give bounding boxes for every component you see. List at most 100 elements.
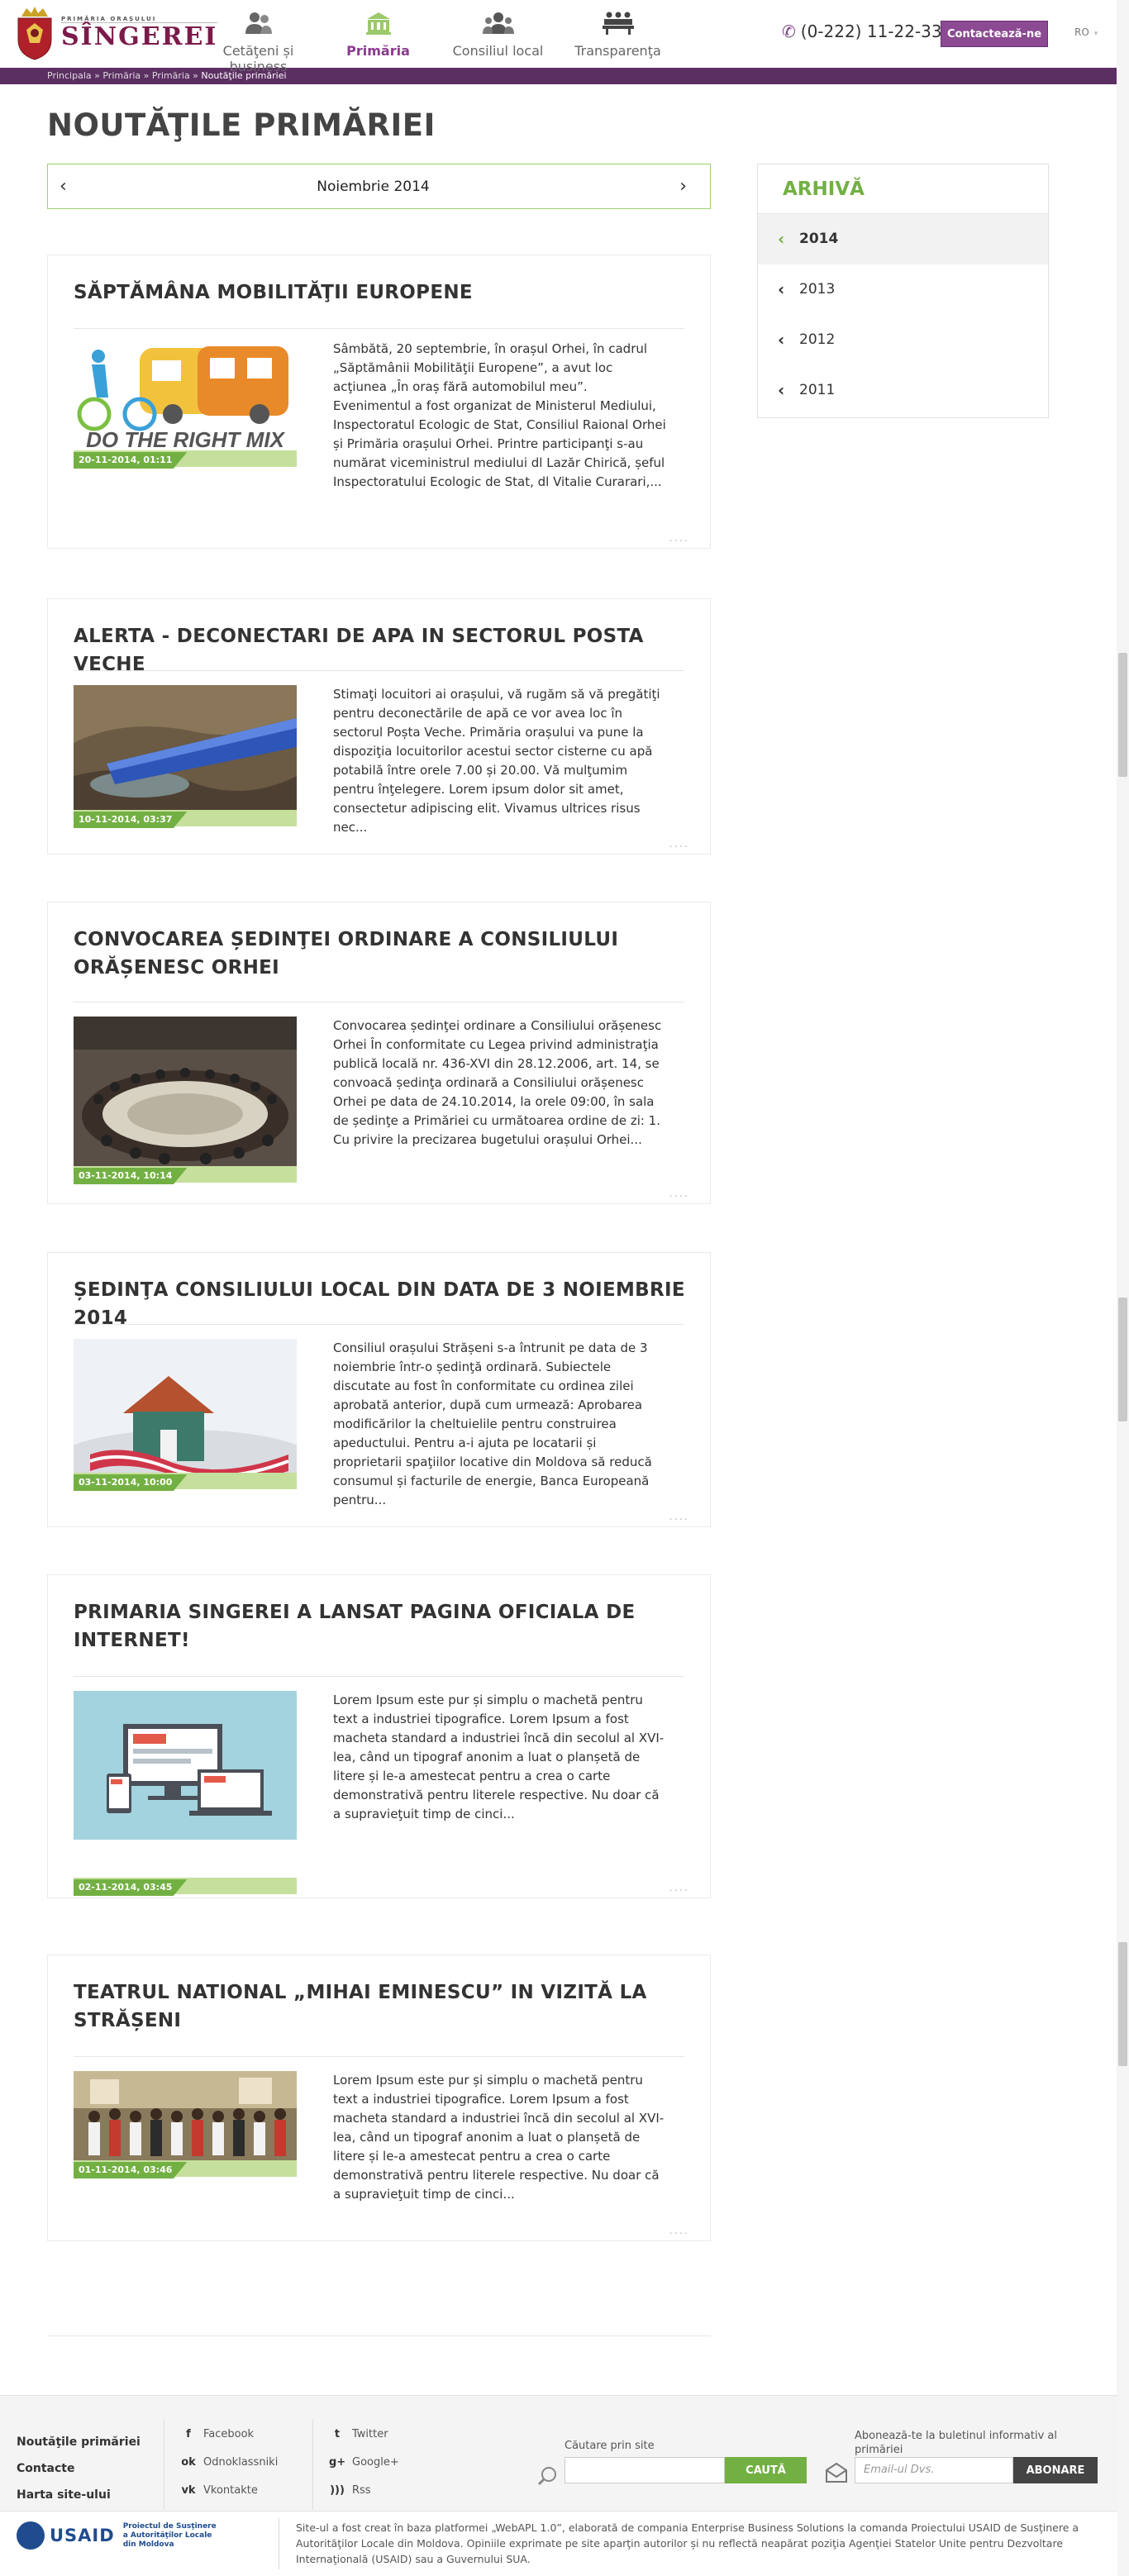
group-icon	[438, 8, 558, 38]
more-link[interactable]: ....	[669, 838, 689, 850]
social-link[interactable]: ))) Rss	[329, 2477, 399, 2505]
date-badge: 01-11-2014, 03:46	[74, 2160, 297, 2178]
footer-link[interactable]: Noutăţile primăriei	[17, 2429, 141, 2455]
site-header: PRIMĂRIA ORAȘULUI SÎNGEREI Cetăţeni și b…	[0, 0, 1129, 74]
news-title[interactable]: PRIMARIA SINGEREI A LANSAT PAGINA OFICIA…	[74, 1598, 685, 1655]
chevron-left-icon: ‹	[778, 380, 785, 400]
usaid-project: Proiectul de Susţinere a Autorităţilor L…	[122, 2521, 217, 2549]
social-label: Facebook	[203, 2428, 255, 2440]
social-link[interactable]: vk Vkontakte	[180, 2477, 278, 2505]
news-card: CONVOCAREA ȘEDINŢEI ORDINARE A CONSILIUL…	[47, 902, 711, 1204]
chevron-right-icon[interactable]: ›	[679, 176, 687, 197]
social-label: Google+	[352, 2456, 399, 2469]
main-nav: Cetăţeni și business Primăria Consiliul …	[198, 0, 678, 74]
more-link[interactable]: ....	[669, 1511, 689, 1523]
subscribe-button[interactable]: ABONARE	[1013, 2457, 1098, 2483]
usaid-name: USAID	[50, 2526, 115, 2545]
social-link[interactable]: f Facebook	[180, 2421, 278, 2449]
news-card: TEATRUL NATIONAL „MIHAI EMINESCU” IN VIZ…	[47, 1955, 711, 2241]
news-image[interactable]: DO THE RIGHT MIX	[74, 340, 297, 464]
archive-year-2014[interactable]: ‹ 2014	[758, 214, 1048, 264]
archive-year-label: 2012	[799, 331, 836, 348]
footer-credits: USAID Proiectul de Susţinere a Autorităţ…	[0, 2511, 1117, 2576]
news-image[interactable]	[74, 685, 297, 813]
scrollbar-thumb[interactable]	[1118, 1942, 1127, 2066]
meeting-icon	[558, 8, 678, 38]
chevron-left-icon: ‹	[778, 330, 785, 350]
nav-item-primaria[interactable]: Primăria	[318, 0, 438, 68]
facebook-icon: f	[186, 2428, 191, 2440]
footer-link[interactable]: Harta site-ului	[17, 2482, 141, 2508]
social-link[interactable]: t Twitter	[329, 2421, 399, 2449]
month-label: Noiembrie 2014	[317, 178, 430, 195]
archive-year-2012[interactable]: ‹ 2012	[758, 315, 1048, 365]
news-date: 03-11-2014, 10:00	[74, 1474, 188, 1491]
site-footer: Noutăţile primăriei Contacte Harta site-…	[0, 2395, 1117, 2511]
archive-year-2013[interactable]: ‹ 2013	[758, 264, 1048, 315]
news-image[interactable]	[74, 1691, 297, 1840]
news-date: 03-11-2014, 10:14	[74, 1168, 188, 1184]
news-excerpt: Sâmbătă, 20 septembrie, în orașul Orhei,…	[333, 341, 666, 489]
news-date: 02-11-2014, 03:45	[74, 1879, 188, 1896]
more-link[interactable]: ....	[669, 1882, 689, 1894]
news-image[interactable]	[74, 1017, 297, 1169]
news-image[interactable]	[74, 1339, 297, 1488]
news-title[interactable]: CONVOCAREA ȘEDINŢEI ORDINARE A CONSILIUL…	[74, 926, 685, 982]
search-input[interactable]	[564, 2457, 725, 2483]
chevron-left-icon[interactable]: ‹	[60, 176, 67, 197]
chevron-down-icon: ▾	[1093, 30, 1098, 38]
divider	[74, 670, 684, 671]
site-logo[interactable]: PRIMĂRIA ORAȘULUI SÎNGEREI	[15, 5, 218, 61]
search-icon	[537, 2465, 559, 2490]
people-icon	[198, 8, 318, 38]
footer-link[interactable]: Contacte	[17, 2455, 141, 2482]
news-image[interactable]	[74, 2071, 297, 2166]
date-badge: 02-11-2014, 03:45	[74, 1878, 297, 1896]
scrollbar-thumb[interactable]	[1118, 1298, 1127, 1421]
breadcrumb: Principala » Primăria » Primăria » Noută…	[0, 68, 1129, 84]
divider	[74, 1324, 684, 1325]
news-card: ALERTA - DECONECTARI DE APA IN SECTORUL …	[47, 598, 711, 855]
page-scrollbar[interactable]	[1117, 0, 1129, 2576]
date-badge: 10-11-2014, 03:37	[74, 810, 297, 828]
breadcrumb-item[interactable]: Principala	[47, 70, 92, 81]
social-label: Vkontakte	[203, 2484, 258, 2497]
nav-label: Consiliul local	[452, 43, 544, 59]
nav-item-cetateni[interactable]: Cetăţeni și business	[198, 0, 318, 74]
archive-panel: ARHIVĂ ‹ 2014 ‹ 2013 ‹ 2012 ‹ 2011	[757, 164, 1049, 418]
contact-button[interactable]: Contactează-ne	[941, 21, 1048, 47]
news-card: ȘEDINŢA CONSILIULUI LOCAL DIN DATA DE 3 …	[47, 1252, 711, 1527]
email-field[interactable]: Email-ul Dvs.	[855, 2457, 1013, 2483]
subscribe-label: Abonează-te la buletinul informativ al p…	[855, 2430, 1057, 2456]
breadcrumb-item[interactable]: Primăria	[152, 70, 190, 81]
social-link[interactable]: ok Odnoklassniki	[180, 2449, 278, 2477]
more-link[interactable]: ....	[669, 532, 689, 545]
archive-year-label: 2014	[799, 231, 839, 247]
news-date: 10-11-2014, 03:37	[74, 812, 188, 828]
news-title[interactable]: TEATRUL NATIONAL „MIHAI EMINESCU” IN VIZ…	[74, 1978, 685, 2035]
divider	[74, 2056, 684, 2057]
usaid-logo[interactable]: USAID Proiectul de Susţinere a Autorităţ…	[17, 2521, 222, 2550]
news-excerpt: Consiliul orașului Strășeni s-a întrunit…	[333, 1340, 652, 1507]
archive-year-2011[interactable]: ‹ 2011	[758, 365, 1048, 416]
twitter-icon: t	[334, 2428, 341, 2440]
scrollbar-thumb[interactable]	[1118, 653, 1127, 777]
news-title[interactable]: SĂPTĂMÂNA MOBILITĂŢII EUROPENE	[74, 279, 685, 307]
breadcrumb-separator: »	[91, 70, 103, 81]
social-links-1: f Facebook ok Odnoklassniki vk Vkontakte	[180, 2421, 278, 2505]
more-link[interactable]: ....	[669, 2225, 689, 2237]
phone-number[interactable]: ✆ (0-222) 11-22-33	[782, 21, 942, 41]
odnoklassniki-icon: ok	[181, 2456, 196, 2469]
language-label: RO	[1074, 26, 1089, 38]
search-button[interactable]: CAUTĂ	[725, 2457, 807, 2483]
divider	[74, 1676, 684, 1677]
social-link[interactable]: g+ Google+	[329, 2449, 399, 2477]
breadcrumb-item[interactable]: Primăria	[102, 70, 141, 81]
language-selector[interactable]: RO ▾	[1074, 26, 1098, 38]
more-link[interactable]: ....	[669, 1188, 689, 1200]
chevron-left-icon: ‹	[778, 279, 785, 299]
nav-item-consiliul[interactable]: Consiliul local	[438, 0, 558, 68]
archive-title: ARHIVĂ	[758, 164, 1048, 214]
search-label: Căutare prin site	[564, 2440, 655, 2452]
nav-item-transparenta[interactable]: Transparenţa	[558, 0, 678, 68]
